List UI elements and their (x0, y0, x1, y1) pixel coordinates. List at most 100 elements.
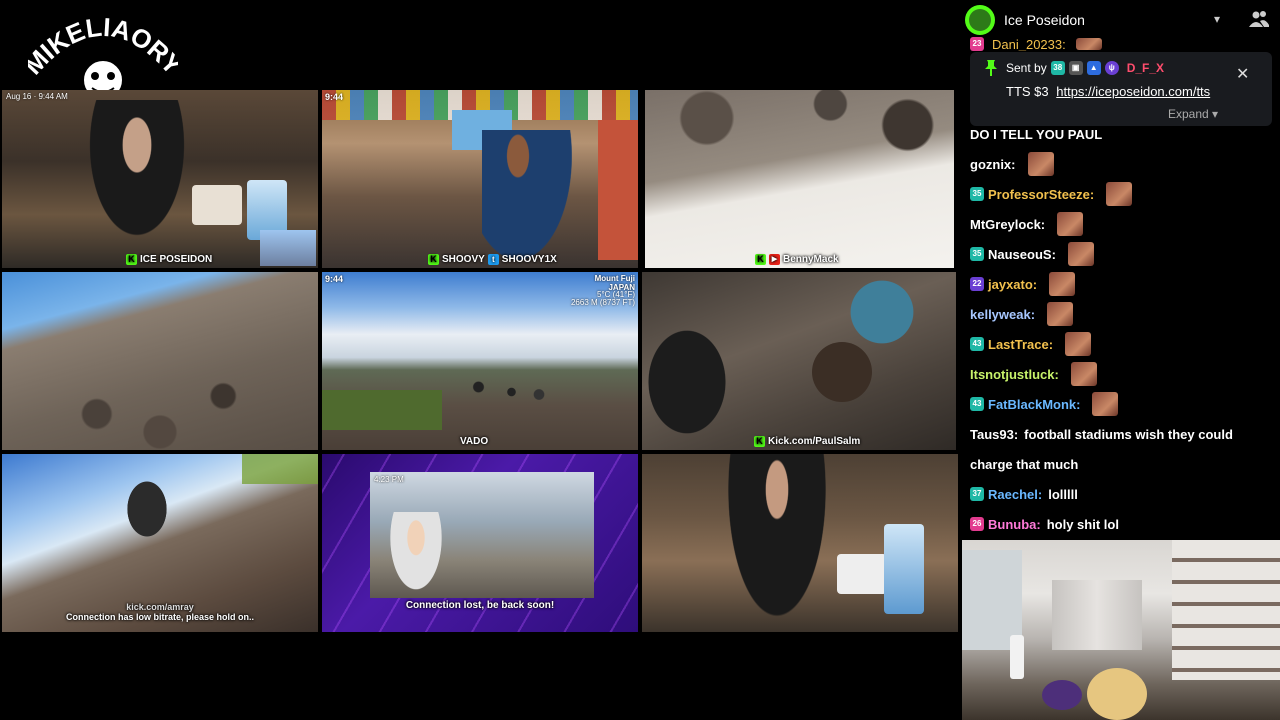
tile-label: K Kick.com/PaulSalm (754, 436, 860, 447)
curtain (1052, 580, 1142, 650)
chat-username[interactable]: kellyweak: (970, 307, 1035, 322)
straw-hat (1087, 668, 1147, 720)
chat-username[interactable]: FatBlackMonk: (988, 397, 1080, 412)
subscriber-badge: 37 (970, 487, 984, 501)
webcam-feed (962, 540, 1280, 720)
subscriber-badge: 26 (970, 517, 984, 531)
chevron-down-icon[interactable]: ▾ (1214, 12, 1220, 26)
chat-message: charge that much (970, 451, 1078, 477)
chat-username[interactable]: NauseouS: (988, 247, 1056, 262)
chat-message: Itsnotjustluck: (970, 361, 1097, 387)
kick-icon: K (126, 254, 137, 265)
sent-by: Sent by 38 ▣ ▲ ψ D_F_X (1006, 61, 1165, 75)
streamer-figure (722, 454, 832, 632)
stream-tile-ice-poseidon-alt[interactable] (642, 454, 958, 632)
emote (1092, 392, 1119, 416)
chat-username[interactable]: Itsnotjustluck: (970, 367, 1059, 382)
emote (1106, 182, 1133, 206)
subscriber-badge: 35 (970, 247, 984, 261)
chat-message: 35 ProfessorSteeze: (970, 181, 1133, 207)
kick-icon: K (755, 254, 766, 265)
shelves (1172, 540, 1280, 680)
tile-label: VADO (460, 436, 489, 447)
tree-stump (812, 342, 872, 402)
captain-figure (386, 512, 446, 598)
chat-message: goznix: (970, 151, 1054, 177)
rocks (2, 360, 318, 450)
chat-username[interactable]: LastTrace: (988, 337, 1053, 352)
hikers (462, 367, 572, 417)
subscriber-badge: 22 (970, 277, 984, 291)
sender-username[interactable]: D_F_X (1127, 61, 1164, 75)
expand-button[interactable]: Expand ▾ (1168, 107, 1218, 121)
stream-tile-paulsalm[interactable]: K Kick.com/PaulSalm (642, 272, 956, 450)
pinned-message: Sent by 38 ▣ ▲ ψ D_F_X TTS $3 https://ic… (970, 52, 1272, 126)
subscriber-badge: 23 (970, 37, 984, 51)
tile-hud: Aug 16 · 9:44 AM (6, 92, 68, 101)
person-right (598, 120, 638, 260)
chat-message-text: football stadiums wish they could (1024, 426, 1233, 442)
badge-icon: ψ (1104, 61, 1119, 75)
chat-username[interactable]: jayxato: (988, 277, 1037, 292)
channel-name[interactable]: Ice Poseidon (1004, 12, 1085, 28)
close-icon[interactable]: ✕ (1236, 64, 1249, 84)
emote (1067, 242, 1094, 266)
chat-username[interactable]: Dani_20233: (992, 37, 1066, 51)
chat-username[interactable]: Raechel: (988, 487, 1042, 502)
stream-tile-offline[interactable]: 4:23 PM Connection lost, be back soon! (322, 454, 638, 632)
last-frame: 4:23 PM (370, 472, 594, 598)
cup-noodle (192, 185, 242, 225)
chat-message: 35 NauseouS: (970, 241, 1094, 267)
grass-patch (322, 390, 442, 430)
channel-avatar[interactable] (965, 5, 995, 35)
chat-message-text: holy shit lol (1046, 516, 1119, 532)
subscriber-badge: 43 (970, 397, 984, 411)
streamer-figure (482, 130, 572, 260)
emote (1070, 362, 1097, 386)
tts-link[interactable]: https://iceposeidon.com/tts (1056, 84, 1210, 99)
stream-tile-bennymack[interactable]: K ▶ BennyMack (645, 90, 954, 268)
grass (242, 454, 318, 484)
users-icon[interactable] (1249, 10, 1269, 28)
lakers-hat (1042, 680, 1082, 710)
chat-message: MtGreylock: (970, 211, 1084, 237)
rock-cluster (645, 90, 954, 160)
youtube-icon: ▶ (769, 254, 780, 265)
bottle (1010, 635, 1024, 679)
chat-username[interactable]: MtGreylock: (970, 217, 1045, 232)
tile-link: kick.com/amray (126, 602, 194, 612)
chat-message-text: charge that much (970, 456, 1079, 472)
emote (1075, 38, 1102, 50)
tile-elevation: 2663 M (8737 FT) (570, 298, 635, 307)
pinned-message-text: TTS $3 https://iceposeidon.com/tts (1006, 84, 1211, 99)
kick-icon: K (428, 254, 439, 265)
stream-tile-shoovy[interactable]: 9:44 K SHOOVY t SHOOVY1X (322, 90, 638, 268)
cup-noodle (837, 554, 887, 594)
chat-message: 22 jayxato: (970, 271, 1076, 297)
emote (1047, 302, 1074, 326)
chat-message: 43 FatBlackMonk: (970, 391, 1119, 417)
chat-message: Taus93: football stadiums wish they could (970, 421, 1233, 447)
mini-map (260, 230, 316, 266)
chat-message-text: DO I TELL YOU PAUL (970, 126, 1103, 142)
stream-tile-hikers[interactable]: 9:44 Mount Fuji JAPAN 5°C (41°F) 2663 M … (322, 272, 638, 450)
chat-username[interactable]: goznix: (970, 157, 1016, 172)
subscriber-badge: 35 (970, 187, 984, 201)
chat-message: 43 LastTrace: (970, 331, 1092, 357)
chat-message: kellyweak: (970, 301, 1074, 327)
chat-panel: Ice Poseidon ▾ 23 Dani_20233: Sent by 38… (962, 0, 1280, 540)
chat-username[interactable]: ProfessorSteeze: (988, 187, 1094, 202)
person-right (842, 272, 922, 352)
chat-message-partial: 23 Dani_20233: (970, 37, 1102, 51)
low-bitrate-notice: Connection has low bitrate, please hold … (65, 612, 255, 622)
stream-tile-ice-poseidon[interactable]: Aug 16 · 9:44 AM K ICE POSEIDON (2, 90, 318, 268)
stream-tile-amray[interactable]: kick.com/amray Connection has low bitrat… (2, 454, 318, 632)
streamer-figure (82, 100, 192, 250)
badge-icon: ▣ (1068, 61, 1083, 75)
chat-message: 26 Bunuba: holy shit lol (970, 511, 1119, 537)
chat-username[interactable]: Taus93: (970, 427, 1018, 442)
chat-username[interactable]: Bunuba: (988, 517, 1041, 532)
chat-message: DO I TELL YOU PAUL (970, 121, 1102, 147)
stream-tile-slope[interactable] (2, 272, 318, 450)
connection-lost-notice: Connection lost, be back soon! (405, 600, 555, 611)
